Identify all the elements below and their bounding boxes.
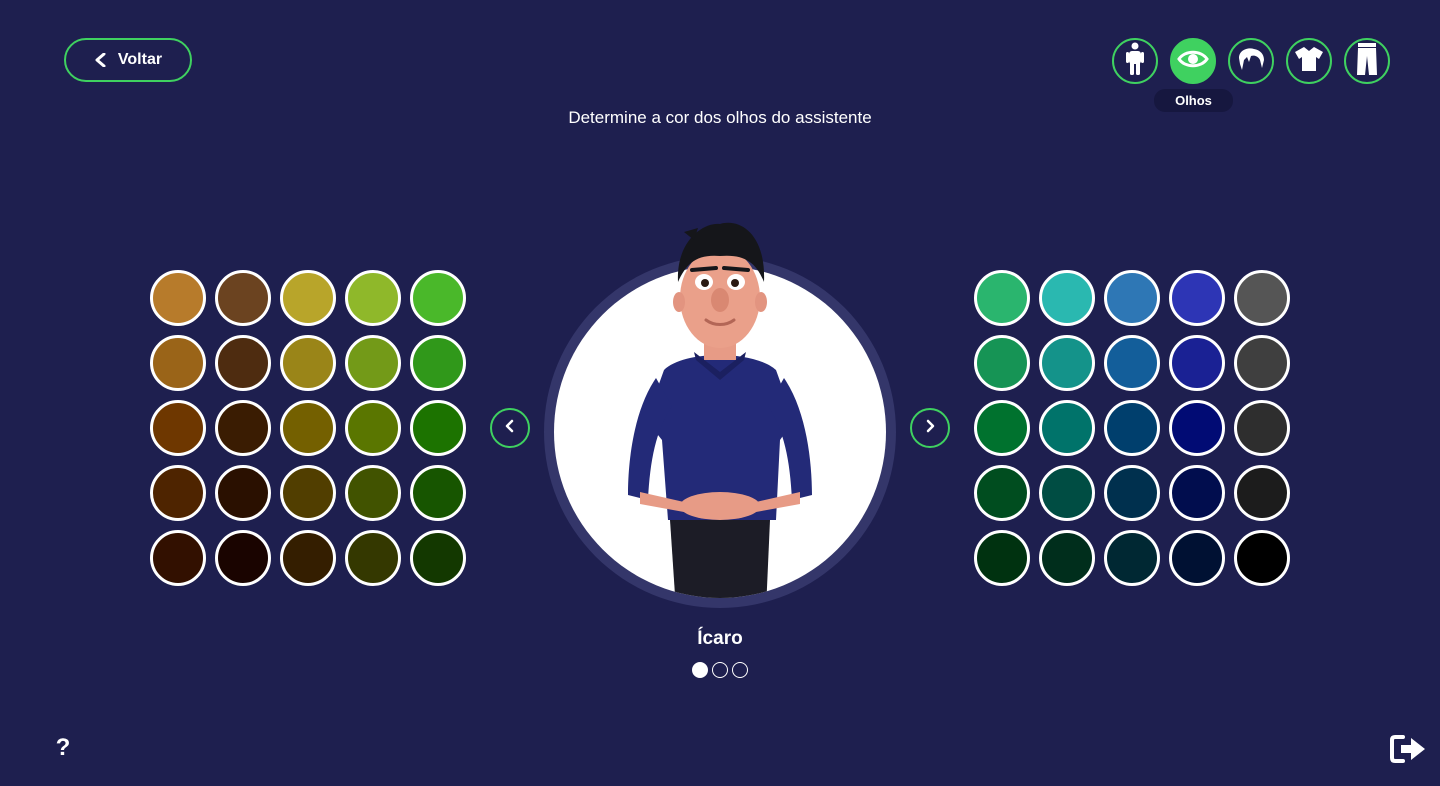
color-swatch[interactable]	[280, 530, 336, 586]
color-swatch[interactable]	[345, 400, 401, 456]
color-swatch[interactable]	[1234, 465, 1290, 521]
color-swatch[interactable]	[410, 335, 466, 391]
color-swatch[interactable]	[1169, 400, 1225, 456]
color-swatch[interactable]	[1169, 270, 1225, 326]
color-swatch[interactable]	[1169, 335, 1225, 391]
chevron-left-icon	[504, 419, 516, 438]
color-swatch[interactable]	[1039, 400, 1095, 456]
color-swatch[interactable]	[1039, 270, 1095, 326]
exit-icon	[1389, 733, 1427, 770]
color-swatch[interactable]	[1104, 400, 1160, 456]
color-swatch[interactable]	[1104, 530, 1160, 586]
shirt-icon	[1294, 45, 1324, 78]
color-swatch[interactable]	[974, 465, 1030, 521]
color-swatch[interactable]	[280, 400, 336, 456]
pagination-dot[interactable]	[732, 662, 748, 678]
color-swatch[interactable]	[410, 465, 466, 521]
avatar-name: Ícaro	[697, 628, 743, 649]
back-button[interactable]: Voltar	[64, 38, 192, 82]
color-swatch[interactable]	[974, 335, 1030, 391]
color-swatch[interactable]	[345, 465, 401, 521]
avatar-pagination	[692, 662, 748, 678]
pagination-dot[interactable]	[712, 662, 728, 678]
color-swatch[interactable]	[1039, 335, 1095, 391]
color-swatch[interactable]	[410, 530, 466, 586]
color-swatch[interactable]	[410, 270, 466, 326]
color-swatch[interactable]	[345, 335, 401, 391]
color-swatch[interactable]	[345, 530, 401, 586]
pants-icon	[1355, 42, 1379, 81]
help-button[interactable]: ?	[52, 734, 74, 762]
color-swatch[interactable]	[215, 400, 271, 456]
category-pants-button[interactable]	[1344, 38, 1390, 84]
previous-avatar-button[interactable]	[490, 408, 530, 448]
color-swatch[interactable]	[1104, 270, 1160, 326]
color-swatch[interactable]	[280, 335, 336, 391]
eye-icon	[1177, 48, 1209, 75]
hair-icon	[1236, 46, 1266, 77]
color-swatch[interactable]	[150, 400, 206, 456]
color-swatch[interactable]	[280, 465, 336, 521]
color-swatch[interactable]	[150, 335, 206, 391]
color-swatch[interactable]	[1104, 465, 1160, 521]
category-eyes-button[interactable]	[1170, 38, 1216, 84]
exit-button[interactable]	[1388, 734, 1428, 768]
back-button-label: Voltar	[117, 51, 163, 68]
chevron-right-icon	[924, 419, 936, 438]
color-swatch[interactable]	[1104, 335, 1160, 391]
color-swatch[interactable]	[410, 400, 466, 456]
left-color-palette	[150, 270, 466, 586]
color-swatch[interactable]	[1169, 530, 1225, 586]
category-shirt-button[interactable]	[1286, 38, 1332, 84]
pagination-dot[interactable]	[692, 662, 708, 678]
category-hair-button[interactable]	[1228, 38, 1274, 84]
color-swatch[interactable]	[974, 270, 1030, 326]
color-swatch[interactable]	[1039, 465, 1095, 521]
chevron-left-icon	[94, 53, 108, 67]
color-swatch[interactable]	[1234, 335, 1290, 391]
color-swatch[interactable]	[1169, 465, 1225, 521]
color-swatch[interactable]	[215, 465, 271, 521]
color-swatch[interactable]	[345, 270, 401, 326]
color-swatch[interactable]	[974, 530, 1030, 586]
color-swatch[interactable]	[150, 530, 206, 586]
color-swatch[interactable]	[150, 465, 206, 521]
color-swatch[interactable]	[150, 270, 206, 326]
instruction-text: Determine a cor dos olhos do assistente	[568, 108, 872, 127]
color-swatch[interactable]	[215, 335, 271, 391]
next-avatar-button[interactable]	[910, 408, 950, 448]
color-swatch[interactable]	[280, 270, 336, 326]
color-swatch[interactable]	[215, 530, 271, 586]
right-color-palette	[974, 270, 1290, 586]
category-body-button[interactable]	[1112, 38, 1158, 84]
color-swatch[interactable]	[1234, 400, 1290, 456]
color-swatch[interactable]	[974, 400, 1030, 456]
color-swatch[interactable]	[1234, 530, 1290, 586]
category-bar	[1112, 38, 1390, 84]
avatar-image	[628, 222, 812, 598]
color-swatch[interactable]	[215, 270, 271, 326]
body-icon	[1124, 42, 1146, 81]
color-swatch[interactable]	[1234, 270, 1290, 326]
color-swatch[interactable]	[1039, 530, 1095, 586]
